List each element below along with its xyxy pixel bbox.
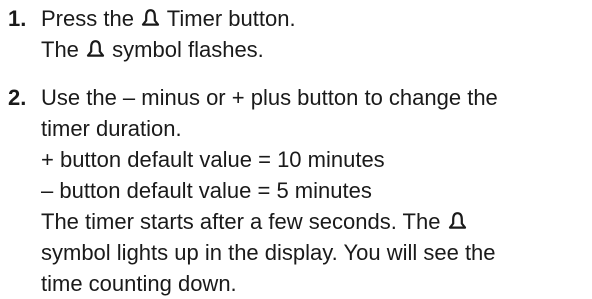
- step-text: symbol flashes.: [112, 37, 264, 62]
- bell-icon: [86, 39, 105, 59]
- step-line: The symbol flashes.: [41, 34, 592, 65]
- step-line: symbol lights up in the display. You wil…: [41, 240, 496, 265]
- step-text: Timer button.: [166, 6, 296, 31]
- step-number: 1.: [8, 6, 27, 31]
- step-line: Use the – minus or + plus button to chan…: [41, 85, 498, 110]
- bell-icon: [448, 211, 467, 231]
- step-number: 2.: [8, 85, 27, 110]
- step-text: Press the: [41, 6, 134, 31]
- bell-icon: [141, 8, 160, 28]
- step-body: Press the Timer button. The symbol flash…: [41, 3, 592, 65]
- step-line: + button default value = 10 minutes: [41, 147, 385, 172]
- step-text: The: [41, 37, 79, 62]
- instruction-list: 1. Press the Timer button. The symbol fl…: [0, 0, 592, 297]
- step-line: time counting down.: [41, 271, 237, 296]
- step-line: timer duration.: [41, 116, 182, 141]
- step-line: – button default value = 5 minutes: [41, 178, 372, 203]
- step-text: The timer starts after a few seconds. Th…: [41, 209, 441, 234]
- step-line: The timer starts after a few seconds. Th…: [41, 206, 592, 237]
- step-line: Press the Timer button.: [41, 3, 592, 34]
- step-body: Use the – minus or + plus button to chan…: [41, 82, 592, 299]
